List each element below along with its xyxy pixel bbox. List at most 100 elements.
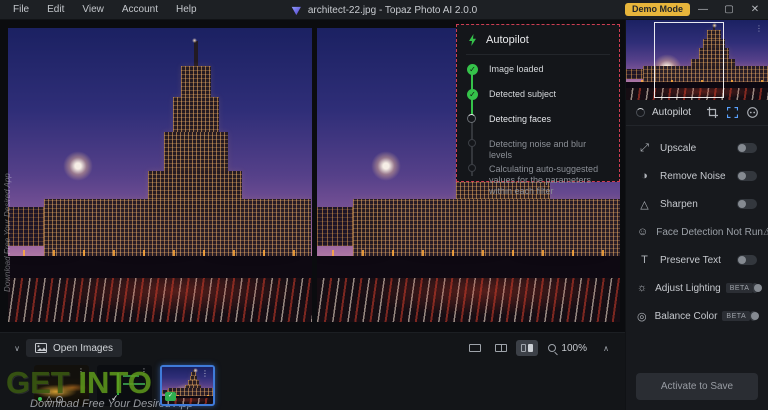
navigator-menu-icon[interactable]: ⋮ (755, 24, 763, 33)
split-view-button[interactable] (490, 340, 512, 356)
step-label: Calculating auto-suggested values for th… (489, 164, 610, 197)
tower-top (181, 66, 211, 98)
status-dot-icon (38, 397, 42, 401)
beta-badge: BETA (726, 283, 754, 293)
pending-circle-icon (468, 139, 476, 147)
color-icon: ◎ (637, 310, 647, 323)
pending-circle-icon (468, 164, 476, 172)
adjust-lighting-toggle[interactable] (753, 283, 757, 293)
open-images-label: Open Images (53, 343, 113, 354)
sharpen-icon: △ (637, 198, 652, 211)
demo-mode-badge: Demo Mode (625, 3, 690, 16)
zoom-level: 100% (561, 343, 587, 354)
filter-remove-noise[interactable]: ◑ Remove Noise (626, 162, 768, 190)
balance-color-toggle[interactable] (750, 311, 757, 321)
road-light-trails (8, 278, 312, 322)
filter-upscale[interactable]: ⤢ Upscale (626, 134, 768, 162)
image-thumbnail-2[interactable]: ⋮ ✓ (97, 365, 152, 406)
done-check-icon: ✓ (111, 393, 119, 404)
magnifier-icon (548, 344, 556, 352)
streetlamp-flare (63, 151, 93, 181)
step-label: Detecting noise and blur levels (489, 139, 610, 161)
autopilot-label: Autopilot (652, 107, 691, 118)
menu-account[interactable]: Account (113, 4, 167, 15)
image-thumbnail-1[interactable]: ⋮ △ (34, 365, 89, 406)
zoom-menu-button[interactable]: ∧ (597, 344, 615, 353)
filter-face-detection[interactable]: ☺ Face Detection Not Run ⚠ (626, 218, 768, 246)
remove-noise-toggle[interactable] (737, 171, 757, 181)
text-icon: T (637, 254, 652, 266)
streetlamp-flare (371, 151, 401, 181)
expand-fullscreen-icon[interactable] (727, 107, 738, 118)
warning-triangle-icon: ⚠ (763, 227, 768, 238)
minimize-button[interactable]: — (690, 0, 716, 20)
preferences-icon[interactable] (747, 107, 758, 118)
filmstrip: ⋮ △ ⋮ ✓ (34, 365, 625, 406)
titlebar: File Edit View Account Help architect-22… (0, 0, 768, 20)
sharpen-status-icon: △ (46, 395, 52, 403)
upscale-toggle[interactable] (737, 143, 757, 153)
autopilot-row: Autopilot (626, 100, 768, 126)
building-base (44, 199, 311, 258)
autopilot-popup-title: Autopilot (486, 34, 529, 46)
filter-preserve-text[interactable]: T Preserve Text (626, 246, 768, 274)
activate-to-save-button[interactable]: Activate to Save (636, 373, 758, 400)
upscale-icon: ⤢ (637, 142, 652, 155)
filter-balance-color[interactable]: ◎ Balance Color BETA (626, 302, 768, 330)
lighting-icon: ☼ (637, 282, 647, 294)
window-controls: — ▢ ✕ (690, 0, 768, 20)
menu-file[interactable]: File (4, 4, 38, 15)
single-view-button[interactable] (464, 340, 486, 356)
noise-status-icon (56, 396, 63, 403)
thumbnail-menu-icon[interactable]: ⋮ (140, 367, 148, 376)
close-button[interactable]: ✕ (742, 0, 768, 20)
thumbnail-menu-icon[interactable]: ⋮ (77, 367, 85, 376)
spire-light (192, 38, 197, 43)
autopilot-spinner-icon (636, 108, 645, 117)
side-by-side-view-button[interactable] (516, 340, 538, 356)
filter-sharpen[interactable]: △ Sharpen (626, 190, 768, 218)
image-thumbnail-3-selected[interactable]: ⋮ ✓ (160, 365, 215, 406)
window-title-text: architect-22.jpg - Topaz Photo AI 2.0.0 (308, 5, 477, 16)
city-dusk-photo (8, 28, 312, 322)
tower-mid (164, 132, 228, 172)
menu-help[interactable]: Help (167, 4, 206, 15)
step-calculating-values: Calculating auto-suggested values for th… (467, 164, 610, 197)
menu-view[interactable]: View (73, 4, 113, 15)
step-label: Image loaded (489, 64, 544, 75)
autopilot-popup-header: Autopilot (466, 32, 610, 55)
maximize-button[interactable]: ▢ (716, 0, 742, 20)
right-sidebar: ⋮ Autopilot ⤢ Upsca (625, 20, 768, 410)
processed-badge: ✓ (165, 392, 176, 401)
crop-icon[interactable] (707, 107, 718, 118)
check-circle-icon: ✓ (467, 64, 478, 75)
step-label: Detected subject (489, 89, 556, 100)
sharpen-toggle[interactable] (737, 199, 757, 209)
check-circle-icon: ✓ (467, 89, 478, 100)
step-image-loaded: ✓ Image loaded (467, 64, 610, 89)
thumbnail-menu-icon[interactable]: ⋮ (201, 369, 209, 378)
window-title: architect-22.jpg - Topaz Photo AI 2.0.0 (291, 0, 477, 20)
filter-adjust-lighting[interactable]: ☼ Adjust Lighting BETA (626, 274, 768, 302)
step-detected-subject: ✓ Detected subject (467, 89, 610, 114)
remove-noise-icon: ◑ (637, 170, 652, 182)
preserve-text-toggle[interactable] (737, 255, 757, 265)
tower-upper (173, 97, 219, 134)
before-image-pane[interactable] (8, 28, 312, 322)
road-light-trails (317, 278, 621, 322)
zoom-control[interactable]: 100% (542, 343, 593, 354)
beta-badge: BETA (722, 311, 750, 321)
collapse-filmstrip-button[interactable]: ∨ (8, 344, 26, 353)
image-icon (35, 343, 47, 353)
bottom-bar: ∨ Open Images 100% (0, 332, 625, 410)
mini-progress-text (123, 383, 145, 385)
open-images-button[interactable]: Open Images (26, 339, 122, 357)
mini-progress-line (117, 373, 119, 395)
image-canvas: Autopilot ✓ Image loaded ✓ Detected subj… (0, 20, 625, 410)
step-label: Detecting faces (489, 114, 551, 125)
menu-edit[interactable]: Edit (38, 4, 73, 15)
viewport-rectangle[interactable] (654, 22, 724, 98)
navigator-thumbnail[interactable]: ⋮ (626, 20, 768, 100)
building-base (353, 199, 620, 258)
step-detecting-faces: Detecting faces (467, 114, 610, 139)
